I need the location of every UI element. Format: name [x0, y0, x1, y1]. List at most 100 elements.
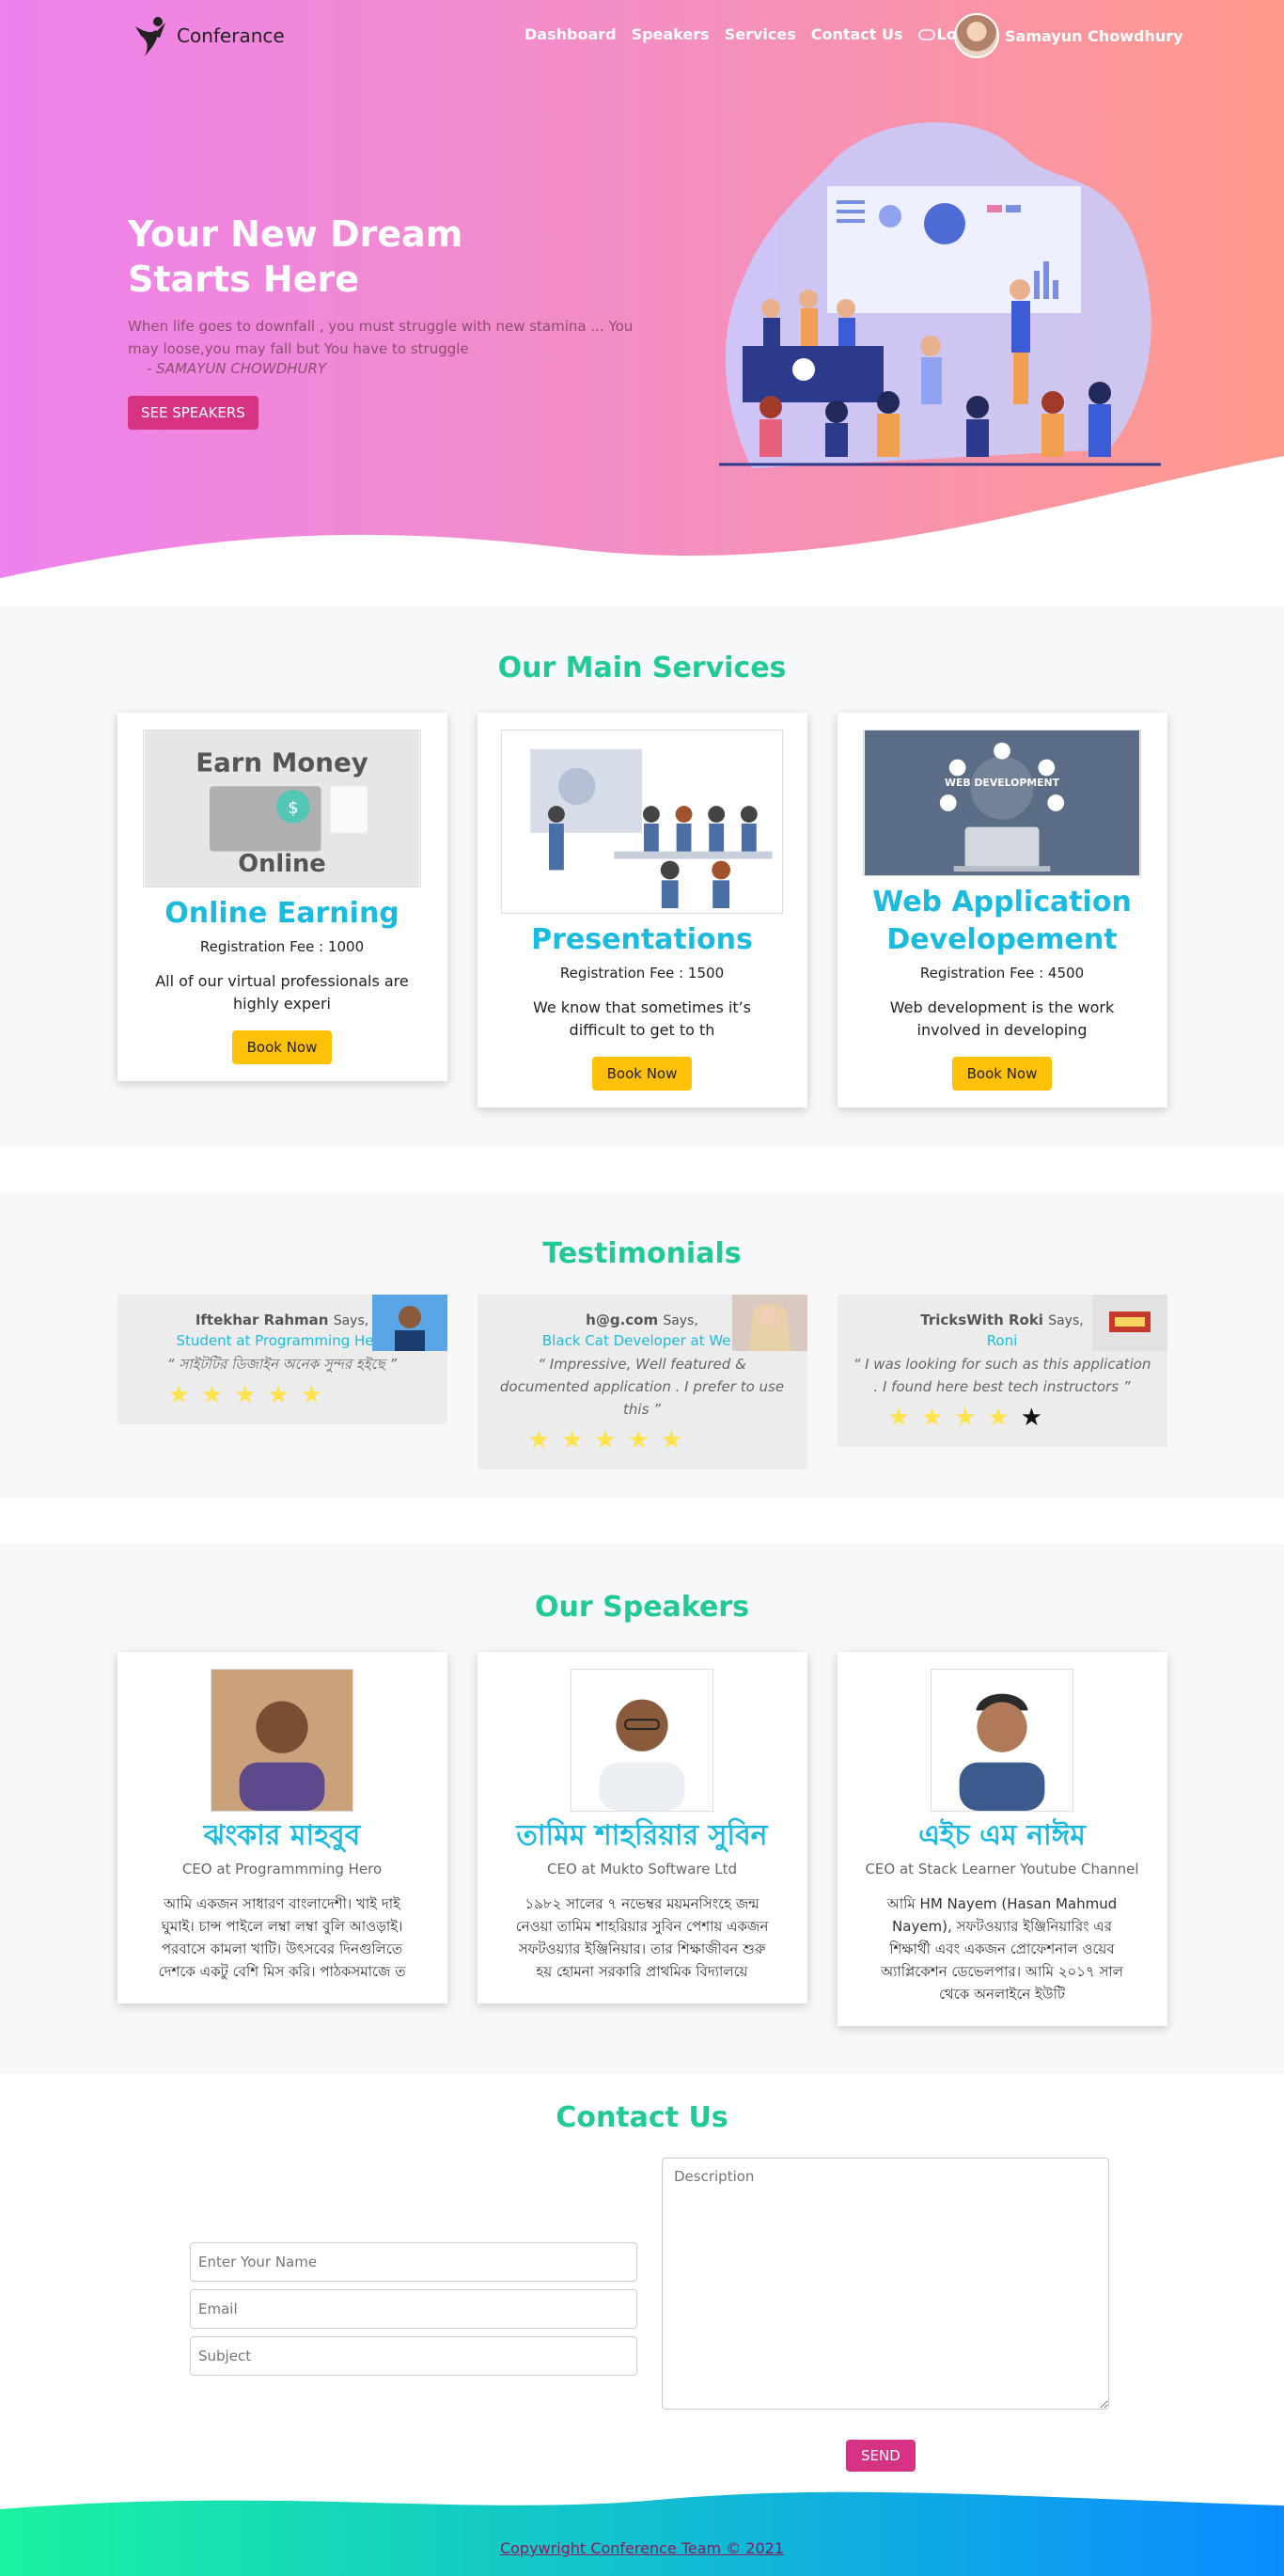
- star-icon: ★: [234, 1381, 268, 1409]
- subject-input[interactable]: [190, 2336, 637, 2376]
- brand-name: Conferance: [177, 24, 285, 47]
- testimonial-quote: “ I was looking for such as this applica…: [853, 1356, 1151, 1395]
- contact-form: SEND: [190, 2158, 1109, 2472]
- speaker-role: CEO at Mukto Software Ltd: [547, 1861, 737, 1877]
- speaker-role: CEO at Stack Learner Youtube Channel: [865, 1861, 1139, 1877]
- star-icon: ★: [167, 1381, 201, 1409]
- testimonial-says: Says,: [1048, 1313, 1084, 1328]
- conference-illustration: [719, 122, 1161, 468]
- star-icon: ★: [887, 1404, 921, 1432]
- contact-section: Contact Us SEND: [0, 2075, 1284, 2479]
- hero-section: Conferance Dashboard Speakers Services C…: [0, 0, 1284, 606]
- speaker-photo: [571, 1669, 713, 1812]
- speakers-title: Our Speakers: [535, 1591, 749, 1624]
- testimonial-name: TricksWith Roki: [920, 1312, 1043, 1328]
- service-desc: Web development is the work involved in …: [889, 998, 1115, 1039]
- user-menu[interactable]: Samayun Chowdhury: [954, 13, 1183, 58]
- testimonial-name: Iftekhar Rahman: [195, 1312, 329, 1328]
- service-name: Online Earning: [164, 897, 399, 930]
- speaker-photo: [211, 1669, 353, 1812]
- speaker-card: এইচ এম নাঈম CEO at Stack Learner Youtube…: [837, 1652, 1167, 2026]
- rating-stars: ★★★★★: [493, 1426, 792, 1454]
- star-icon: ★: [660, 1426, 695, 1454]
- earn-money-image-title: Earn Money: [196, 746, 368, 778]
- testimonial-says: Says,: [663, 1313, 698, 1328]
- presentation-image: [501, 730, 783, 914]
- speaker-role: CEO at Programmming Hero: [181, 1861, 383, 1877]
- book-now-button[interactable]: Book Now: [591, 1057, 693, 1091]
- speaker-bio: ১৯৮২ সালের ৭ নভেম্বর ময়মনসিংহে জন্ম নেও…: [515, 1895, 769, 1980]
- nav-dashboard-link[interactable]: Dashboard: [525, 25, 617, 43]
- footer-wave: [0, 2491, 1284, 2576]
- speaker-bio: আমি HM Nayem (Hasan Mahmud Nayem), সফটওয…: [881, 1895, 1123, 2003]
- testimonial-avatar: [371, 1295, 447, 1351]
- testimonial-says: Says,: [333, 1313, 369, 1328]
- testimonial-card: Iftekhar Rahman Says, Student at Program…: [117, 1295, 447, 1424]
- service-fee: Registration Fee : 4500: [919, 965, 1085, 982]
- star-icon: ★: [300, 1381, 335, 1409]
- service-fee: Registration Fee : 1000: [199, 938, 365, 955]
- services-cards: $ Earn Money Online Online Earning Regis…: [0, 713, 1284, 1107]
- copyright-link[interactable]: Copywright Conference Team © 2021: [500, 2539, 784, 2557]
- service-name: Presentations: [531, 923, 753, 956]
- hero-title-line2: Starts Here: [128, 259, 360, 300]
- star-icon: ★: [987, 1404, 1021, 1432]
- web-dev-image-title: WEB DEVELOPMENT: [945, 777, 1060, 789]
- brand[interactable]: Conferance: [132, 13, 285, 58]
- hero-title: Your New Dream Starts Here: [128, 212, 466, 302]
- star-icon: ★: [954, 1404, 988, 1432]
- testimonial-cards: Iftekhar Rahman Says, Student at Program…: [0, 1295, 1284, 1469]
- contact-title: Contact Us: [556, 2101, 728, 2134]
- star-empty-icon: ★: [1020, 1404, 1055, 1432]
- name-input[interactable]: [190, 2242, 637, 2282]
- testimonial-card: h@g.com Says, Black Cat Developer at WeD…: [477, 1295, 807, 1469]
- star-icon: ★: [527, 1426, 561, 1454]
- star-icon: ★: [627, 1426, 661, 1454]
- rating-stars: ★★★★★: [133, 1381, 432, 1409]
- see-speakers-button[interactable]: SEE SPEAKERS: [128, 396, 258, 430]
- testimonial-name: h@g.com: [586, 1312, 659, 1328]
- speaker-card: তামিম শাহরিয়ার সুবিন CEO at Mukto Softw…: [477, 1652, 807, 2003]
- earn-money-image: $ Earn Money Online: [143, 730, 421, 887]
- star-icon: ★: [594, 1426, 628, 1454]
- star-icon: ★: [267, 1381, 301, 1409]
- footer: Copywright Conference Team © 2021: [0, 2479, 1284, 2576]
- speaker-card: ঝংকার মাহবুব CEO at Programmming Hero আম…: [117, 1652, 447, 2003]
- speakers-section: Our Speakers ঝংকার মাহবুব CEO at Program…: [0, 1544, 1284, 2075]
- nav-services-link[interactable]: Services: [725, 25, 796, 43]
- send-button[interactable]: SEND: [846, 2440, 916, 2472]
- description-textarea[interactable]: [662, 2158, 1109, 2410]
- star-icon: ★: [560, 1426, 595, 1454]
- services-section: Our Main Services $ Earn Money Online On…: [0, 606, 1284, 1147]
- service-desc: We know that sometimes it’s difficult to…: [532, 998, 752, 1039]
- user-name: Samayun Chowdhury: [1005, 26, 1183, 45]
- email-input[interactable]: [190, 2289, 637, 2329]
- speaker-name: তামিম শাহরিয়ার সুবিন: [516, 1819, 768, 1852]
- hero-quote: When life goes to downfall , you must st…: [128, 318, 634, 357]
- book-now-button[interactable]: Book Now: [951, 1057, 1053, 1091]
- service-name: Web Application Developement: [872, 886, 1132, 956]
- nav-speakers-link[interactable]: Speakers: [632, 25, 710, 43]
- nav-links: Dashboard Speakers Services Contact Us L…: [525, 25, 995, 43]
- hero-text: Your New Dream Starts Here When life goe…: [128, 212, 635, 430]
- speaker-cards: ঝংকার মাহবুব CEO at Programmming Hero আম…: [0, 1652, 1284, 2026]
- book-now-button[interactable]: Book Now: [231, 1030, 333, 1064]
- service-desc: All of our virtual professionals are hig…: [155, 972, 409, 1013]
- rating-stars: ★★★★★: [853, 1404, 1152, 1432]
- testimonial-avatar: [1091, 1295, 1167, 1351]
- star-icon: ★: [920, 1404, 955, 1432]
- services-title: Our Main Services: [497, 652, 787, 684]
- testimonial-quote: “ Impressive, Well featured & documented…: [499, 1356, 785, 1418]
- hero-quote-author: - SAMAYUN CHOWDHURY: [147, 360, 327, 377]
- star-icon: ★: [200, 1381, 235, 1409]
- speaker-name: এইচ এম নাঈম: [918, 1819, 1086, 1852]
- service-card: Presentations Registration Fee : 1500 We…: [477, 713, 807, 1107]
- nav-contact-link[interactable]: Contact Us: [811, 25, 903, 43]
- testimonials-section: Testimonials Iftekhar Rahman Says, Stude…: [0, 1192, 1284, 1498]
- navbar: Conferance Dashboard Speakers Services C…: [0, 0, 1284, 73]
- brand-logo-icon: [135, 17, 165, 56]
- service-fee: Registration Fee : 1500: [559, 965, 725, 982]
- speaker-photo: [931, 1669, 1073, 1812]
- testimonial-avatar: [731, 1295, 807, 1351]
- testimonial-card: TricksWith Roki Says, Roni “ I was looki…: [837, 1295, 1167, 1447]
